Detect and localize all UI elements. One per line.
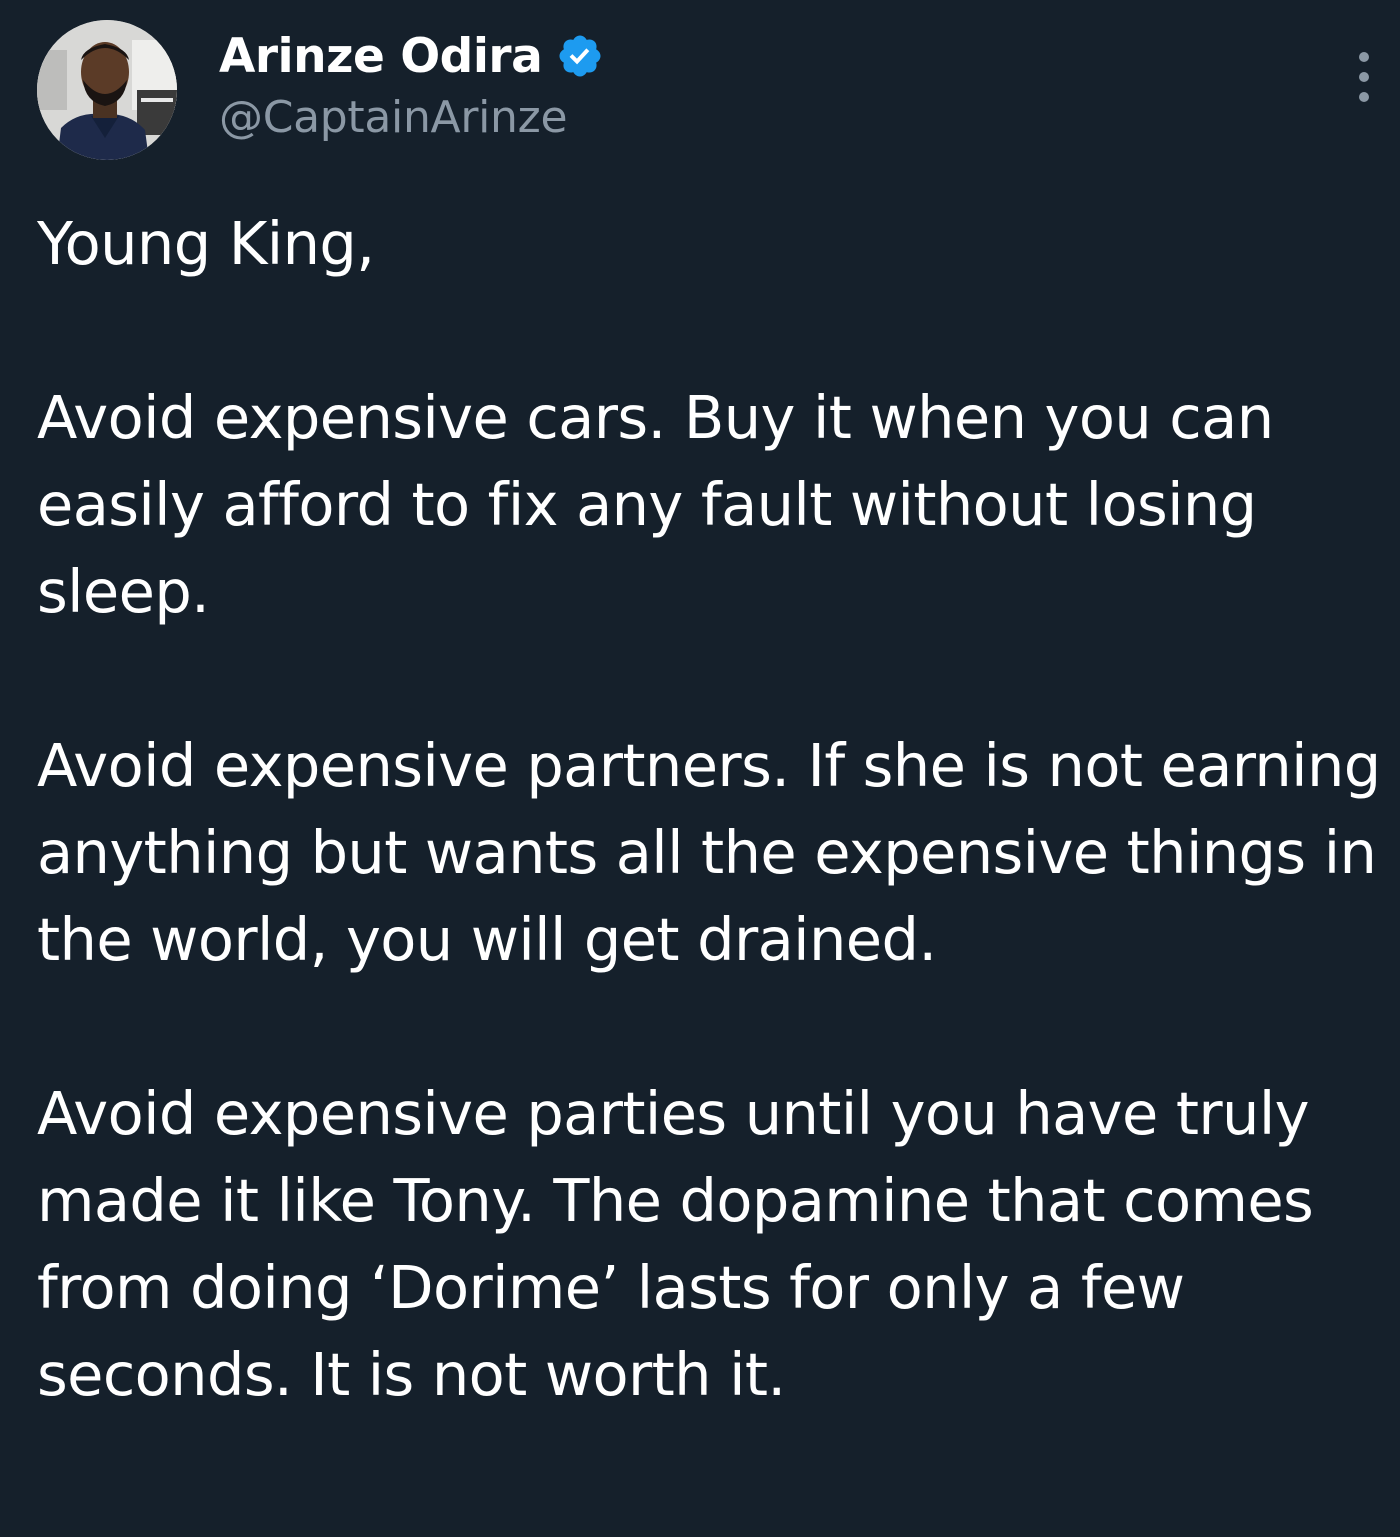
tweet-text: Young King, Avoid expensive cars. Buy it…: [37, 200, 1387, 1418]
more-dot: [1359, 52, 1369, 62]
profile-photo-icon: [37, 20, 177, 160]
tweet-paragraph: Young King,: [37, 209, 375, 278]
tweet-header: Arinze Odira @CaptainArinze: [37, 20, 1377, 160]
author-names: Arinze Odira @CaptainArinze: [219, 26, 604, 143]
more-options-icon[interactable]: [1351, 52, 1377, 102]
tweet-paragraph: Avoid expensive parties until you have t…: [37, 1079, 1314, 1409]
tweet-card: Arinze Odira @CaptainArinze Young King, …: [0, 0, 1400, 1537]
avatar[interactable]: [37, 20, 177, 160]
verified-badge-icon: [556, 32, 604, 80]
author-handle[interactable]: @CaptainArinze: [219, 92, 604, 143]
author-display-name[interactable]: Arinze Odira: [219, 29, 543, 84]
more-dot: [1359, 92, 1369, 102]
more-dot: [1359, 72, 1369, 82]
tweet-paragraph: Avoid expensive cars. Buy it when you ca…: [37, 383, 1274, 626]
name-row: Arinze Odira: [219, 26, 604, 86]
tweet-paragraph: Avoid expensive partners. If she is not …: [37, 731, 1381, 974]
